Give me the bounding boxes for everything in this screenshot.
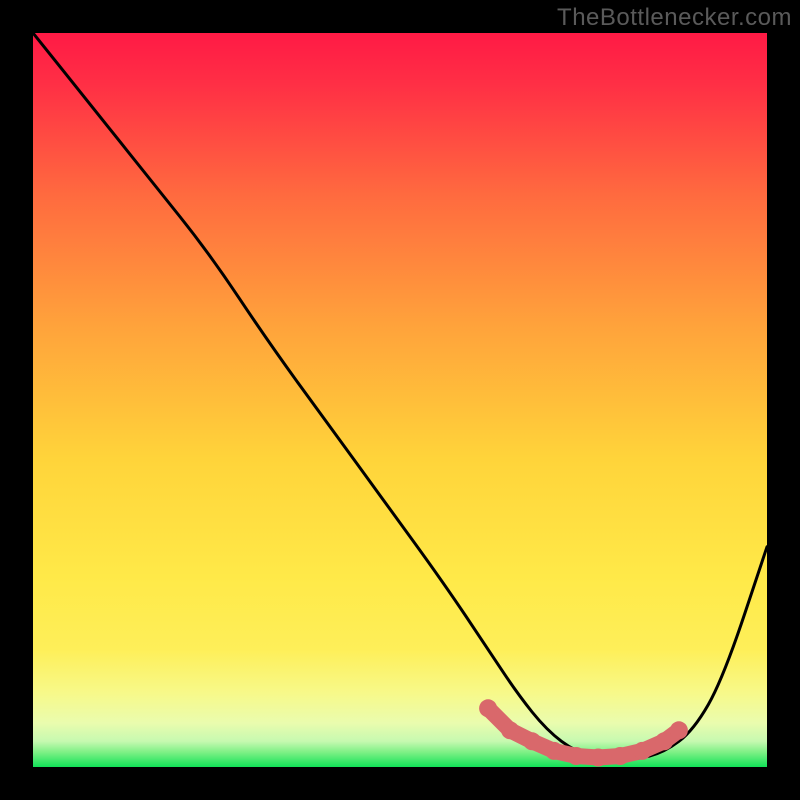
trough-marker-dot <box>501 721 519 739</box>
trough-marker-dot <box>479 699 497 717</box>
trough-marker-dot <box>633 742 651 760</box>
plot-area <box>33 33 767 767</box>
trough-marker-dot <box>589 749 607 767</box>
chart-svg <box>33 33 767 767</box>
trough-marker-dot <box>545 742 563 760</box>
gradient-backdrop <box>33 33 767 767</box>
trough-marker-dot <box>655 732 673 750</box>
chart-container: TheBottlenecker.com <box>0 0 800 800</box>
trough-marker-dot <box>670 721 688 739</box>
trough-marker-dot <box>523 732 541 750</box>
watermark-text: TheBottlenecker.com <box>557 4 792 32</box>
trough-marker-dot <box>611 747 629 765</box>
trough-marker-dot <box>567 747 585 765</box>
